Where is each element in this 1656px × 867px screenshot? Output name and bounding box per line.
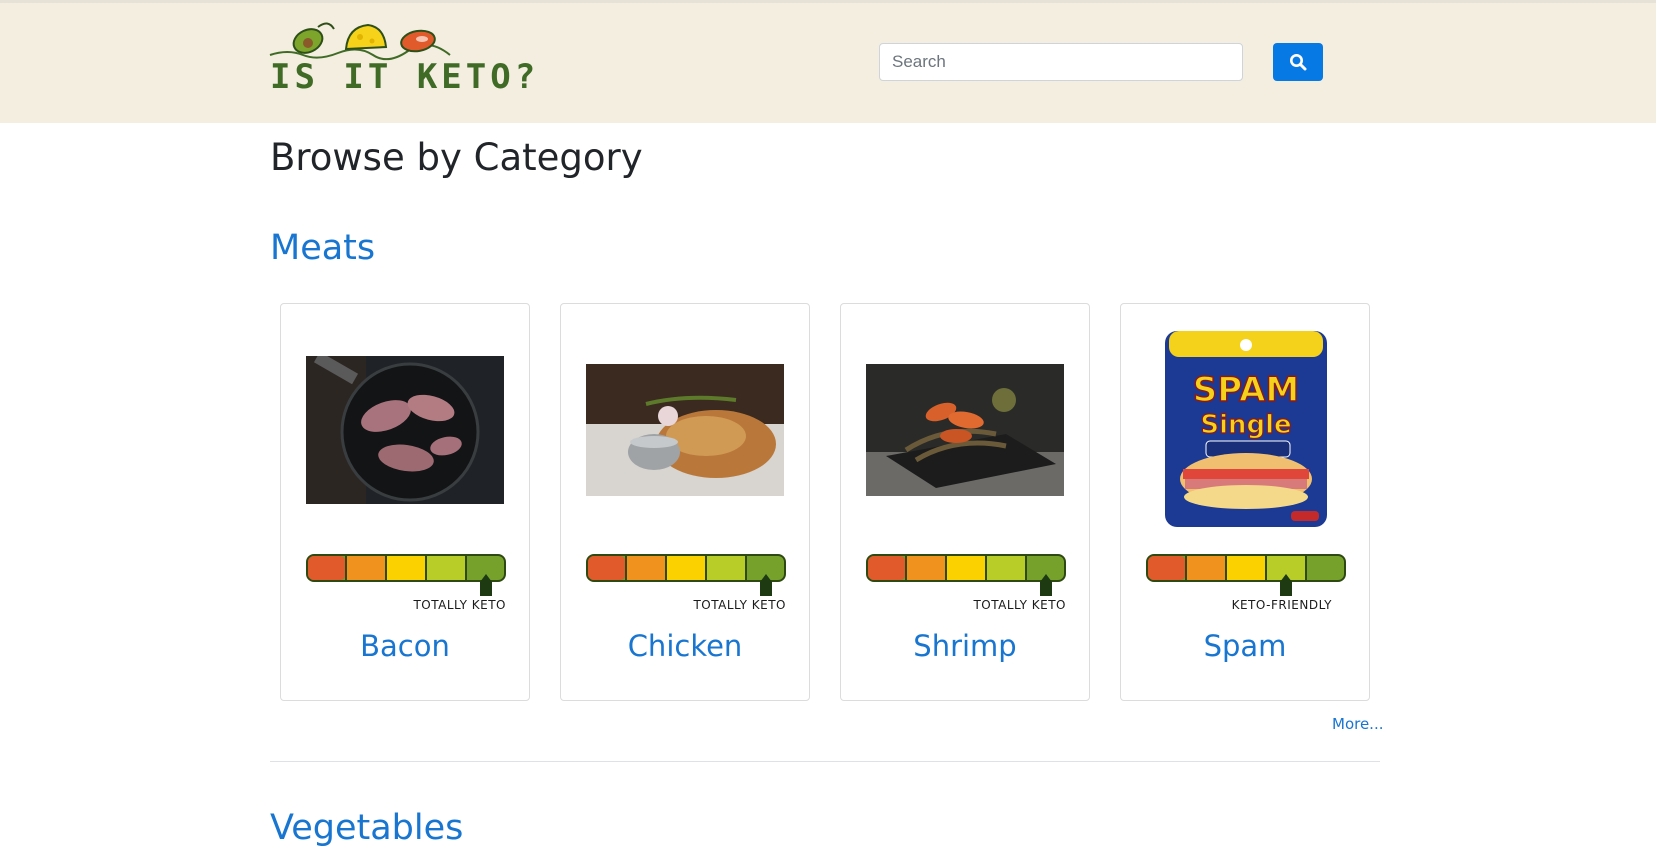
food-name-link[interactable]: Shrimp [841, 629, 1089, 663]
shrimp-image [866, 364, 1064, 496]
food-card-bacon[interactable]: TOTALLY KETO Bacon [280, 303, 530, 701]
food-name-link[interactable]: Spam [1121, 629, 1369, 663]
search-button[interactable] [1273, 43, 1323, 81]
keto-meter: KETO-FRIENDLY [1146, 554, 1346, 616]
keto-meter: TOTALLY KETO [586, 554, 786, 616]
keto-rating-label: TOTALLY KETO [693, 598, 786, 612]
svg-text:SPAM: SPAM [1193, 370, 1299, 410]
search-icon [1290, 54, 1307, 71]
bacon-image [306, 356, 504, 504]
section-title-vegetables[interactable]: Vegetables [270, 808, 463, 848]
keto-meter-bar [1146, 554, 1346, 596]
search-input[interactable] [879, 43, 1243, 81]
keto-rating-label: TOTALLY KETO [413, 598, 506, 612]
more-meats-link[interactable]: More... [1332, 715, 1384, 733]
keto-rating-label: TOTALLY KETO [973, 598, 1066, 612]
spam-package-image: SPAM Single [1165, 331, 1327, 527]
site-header: IS IT KETO? [0, 3, 1656, 123]
food-card-shrimp[interactable]: TOTALLY KETO Shrimp [840, 303, 1090, 701]
keto-meter-bar [306, 554, 506, 596]
section-title-meats[interactable]: Meats [270, 228, 375, 268]
site-logo[interactable]: IS IT KETO? [268, 15, 535, 105]
food-card-chicken[interactable]: TOTALLY KETO Chicken [560, 303, 810, 701]
section-divider [270, 761, 1380, 762]
keto-meter: TOTALLY KETO [866, 554, 1066, 616]
keto-meter-bar [586, 554, 786, 596]
svg-text:Single: Single [1200, 410, 1291, 440]
food-card-spam[interactable]: SPAM Single KETO-FRIENDLY Spam [1120, 303, 1370, 701]
keto-meter: TOTALLY KETO [306, 554, 506, 616]
keto-rating-label: KETO-FRIENDLY [1231, 598, 1332, 612]
food-name-link[interactable]: Bacon [281, 629, 529, 663]
logo-text: IS IT KETO? [270, 57, 540, 97]
chicken-image [586, 364, 784, 496]
food-name-link[interactable]: Chicken [561, 629, 809, 663]
page-title: Browse by Category [270, 136, 643, 179]
keto-meter-bar [866, 554, 1066, 596]
